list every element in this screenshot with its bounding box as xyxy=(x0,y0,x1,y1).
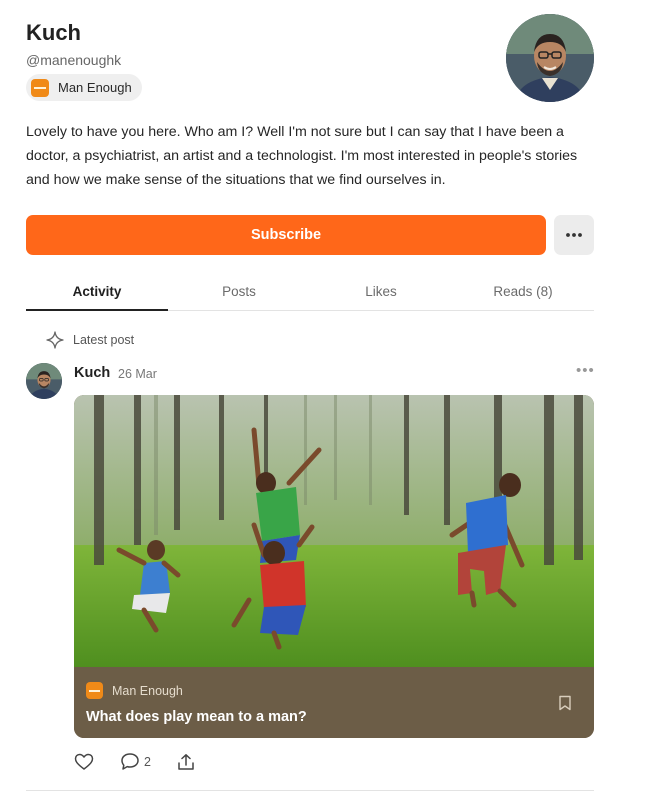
post-author-avatar[interactable] xyxy=(26,363,62,399)
profile-handle: @manenoughk xyxy=(26,52,122,68)
profile-bio: Lovely to have you here. Who am I? Well … xyxy=(26,124,578,188)
tab-posts[interactable]: Posts xyxy=(168,272,310,310)
latest-post-header: Latest post xyxy=(46,331,134,349)
post-publication-logo xyxy=(86,682,103,699)
latest-post-label: Latest post xyxy=(73,333,135,347)
comment-icon xyxy=(121,753,139,770)
bookmark-icon xyxy=(559,695,571,711)
post-publication: Man Enough xyxy=(86,682,183,699)
post-title[interactable]: What does play mean to a man? xyxy=(86,709,307,725)
post-card-footer: Man Enough What does play mean to a man? xyxy=(74,667,594,738)
publication-chip[interactable]: Man Enough xyxy=(26,74,142,101)
subscribe-button[interactable]: Subscribe xyxy=(26,215,546,255)
profile-name: Kuch xyxy=(26,20,81,45)
tab-likes[interactable]: Likes xyxy=(310,272,452,310)
comment-count: 2 xyxy=(144,754,151,769)
post-date: 26 Mar xyxy=(118,367,157,381)
post-author-name[interactable]: Kuch xyxy=(74,365,110,381)
sparkle-icon xyxy=(46,331,64,349)
post-menu-button[interactable]: ••• xyxy=(576,362,595,379)
tab-activity[interactable]: Activity xyxy=(26,272,168,311)
heart-icon xyxy=(74,753,94,770)
bookmark-button[interactable] xyxy=(558,695,572,716)
profile-avatar[interactable] xyxy=(506,14,594,102)
share-icon xyxy=(178,753,194,770)
profile-avatar-image xyxy=(506,14,594,102)
feed-divider xyxy=(26,790,594,791)
publication-logo xyxy=(31,78,49,97)
share-button[interactable] xyxy=(177,753,195,771)
post-cover-image xyxy=(74,395,594,667)
post-card[interactable]: Man Enough What does play mean to a man? xyxy=(74,395,594,738)
post-author-avatar-image xyxy=(26,363,62,399)
publication-chip-label: Man Enough xyxy=(58,80,132,95)
like-button[interactable] xyxy=(74,753,94,771)
post-publication-name: Man Enough xyxy=(112,683,183,698)
more-options-button[interactable] xyxy=(554,215,594,255)
comment-button[interactable]: 2 xyxy=(120,752,151,771)
profile-tabs: Activity Posts Likes Reads (8) xyxy=(26,272,594,311)
tab-reads[interactable]: Reads (8) xyxy=(452,272,594,310)
post-actions: 2 xyxy=(74,752,195,771)
ellipsis-icon xyxy=(566,233,582,237)
